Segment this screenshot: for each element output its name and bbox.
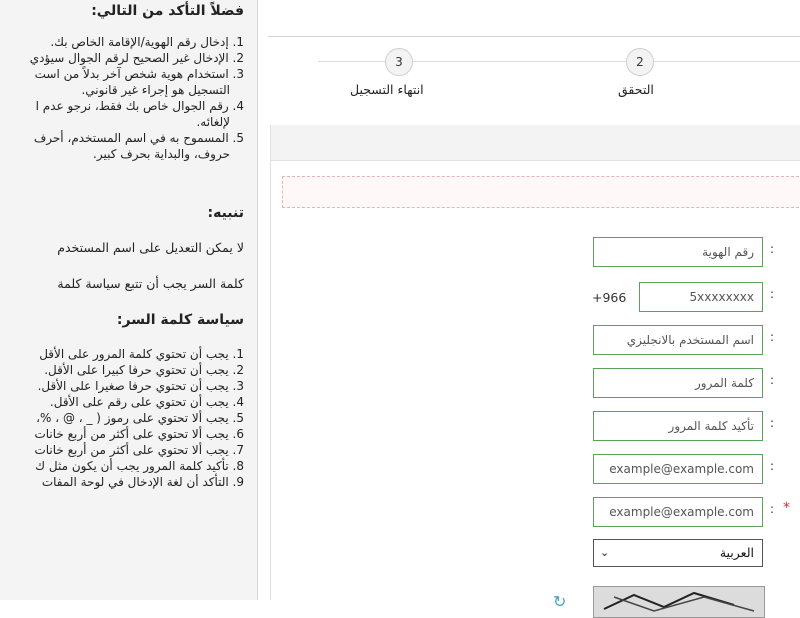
captcha-image (593, 586, 765, 618)
note-item: 1. إدخال رقم الهوية/الإقامة الخاص بك. (50, 35, 244, 49)
note-item: لإلغائه. (196, 115, 230, 129)
note-item: 3. استخدام هوية شخص آخر بدلاً من است (34, 67, 244, 81)
policy-item: 6. يجب ألا تحتوي على أكثر من أربع خانات (34, 427, 244, 441)
note-item: التسجيل هو إجراء غير قانوني. (81, 83, 230, 97)
heading-warning: تنبيه: (207, 205, 245, 221)
instructions-sidebar: فضلاً التأكد من التالي: 1. إدخال رقم اله… (0, 0, 258, 600)
field-colon: : (770, 242, 775, 256)
step-2-label: التحقق (618, 82, 654, 97)
confirm-password-input[interactable]: تأكيد كلمة المرور (593, 411, 763, 441)
required-mark: * (783, 500, 790, 516)
warning-password: كلمة السر يجب أن تتبع سياسة كلمة (57, 276, 244, 291)
password-input[interactable]: كلمة المرور (593, 368, 763, 398)
confirm-email-input[interactable]: example@example.com (593, 497, 763, 527)
field-colon: : (770, 502, 775, 516)
note-item: 4. رقم الجوال خاص بك فقط، نرجو عدم ا (35, 99, 244, 113)
chevron-down-icon: ⌄ (600, 546, 610, 559)
note-item: 2. الإدخال غير الصحيح لرقم الجوال سيؤدي (29, 51, 244, 65)
note-item: 5. المسموح به في اسم المستخدم، أحرف (33, 131, 244, 145)
step-3-label: انتهاء التسجيل (350, 82, 424, 97)
country-code: +966 (592, 290, 627, 305)
id-number-input[interactable]: رقم الهوية (593, 237, 763, 267)
field-colon: : (770, 287, 775, 301)
refresh-captcha-icon[interactable]: ↻ (553, 592, 571, 611)
step-3-circle: 3 (385, 48, 413, 76)
top-bar (268, 0, 800, 37)
policy-item: 5. يجب ألا تحتوي على رموز ( _ ، @ ، %، (36, 411, 244, 425)
verification-notes-list: 1. إدخال رقم الهوية/الإقامة الخاص بك. 2.… (0, 34, 244, 162)
policy-item: 8. تأكيد كلمة المرور يجب أن يكون مثل ك (35, 459, 244, 473)
password-policy-list: 1. يجب أن تحتوي كلمة المرور على الأقل 2.… (0, 346, 244, 490)
note-item: حروف، والبداية بحرف كبير. (93, 147, 230, 161)
field-colon: : (770, 459, 775, 473)
language-selected-value: العربية (719, 545, 754, 560)
error-alert-box (282, 176, 800, 208)
field-colon: : (770, 373, 775, 387)
step-2-circle: 2 (626, 48, 654, 76)
warning-username: لا يمكن التعديل على اسم المستخدم (57, 240, 244, 255)
username-input[interactable]: اسم المستخدم بالانجليزي (593, 325, 763, 355)
field-colon: : (770, 416, 775, 430)
policy-item: 7. يجب ألا تحتوي على أكثر من أربع خانات (34, 443, 244, 457)
policy-item: 4. يجب أن تحتوي على رقم على الأقل. (49, 395, 244, 409)
policy-item: 3. يجب أن تحتوي حرفا صغيرا على الأقل. (37, 379, 244, 393)
field-colon: : (770, 330, 775, 344)
policy-item: 2. يجب أن تحتوي حرفا كبيرا على الأقل. (44, 363, 244, 377)
policy-item: 1. يجب أن تحتوي كلمة المرور على الأقل (39, 347, 244, 361)
heading-password-policy: سياسة كلمة السر: (116, 312, 244, 328)
mobile-input[interactable]: 5xxxxxxxx (639, 282, 763, 312)
language-select[interactable]: العربية ⌄ (593, 539, 763, 567)
policy-item: 9. التأكد أن لغة الإدخال في لوحة المفات (41, 475, 244, 489)
email-input[interactable]: example@example.com (593, 454, 763, 484)
heading-please-verify: فضلاً التأكد من التالي: (91, 3, 244, 19)
form-panel-header (271, 125, 800, 161)
